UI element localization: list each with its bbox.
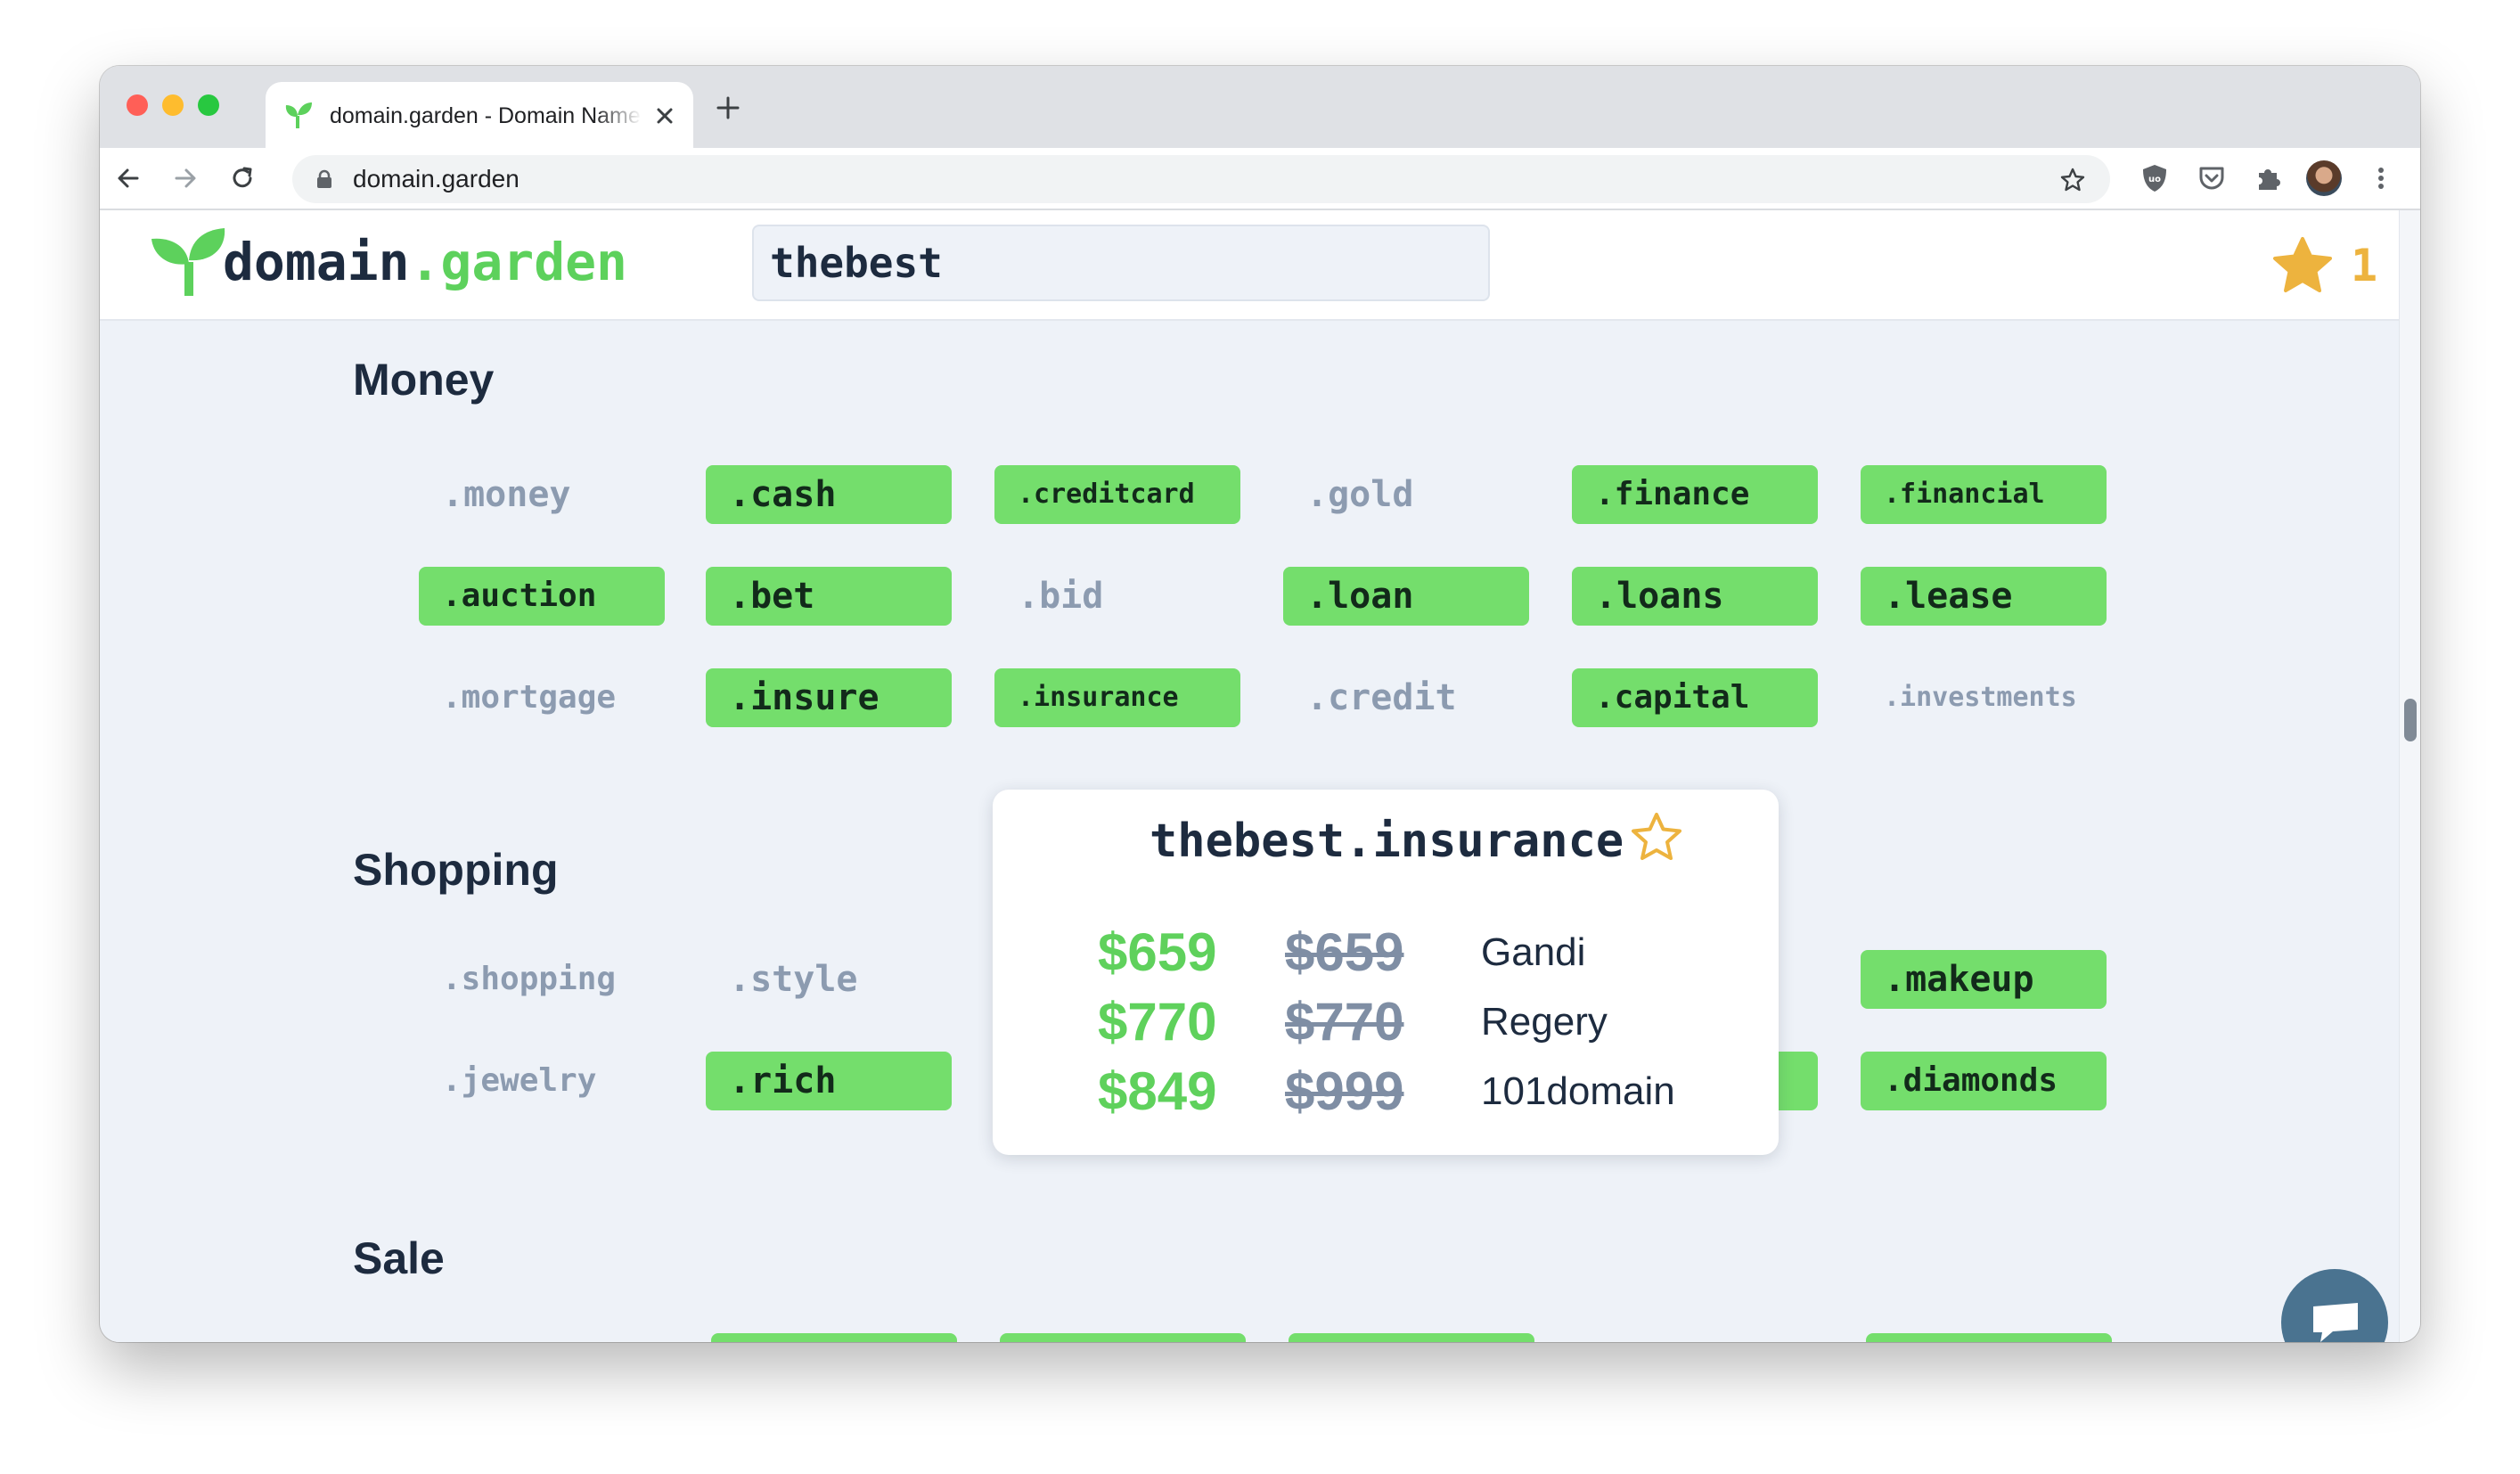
tld-chip-credit[interactable]: .credit xyxy=(1283,668,1529,727)
star-outline-icon[interactable] xyxy=(1629,811,1684,863)
browser-window: domain.garden - Domain Name domain.garde… xyxy=(100,66,2420,1342)
browser-toolbar: domain.garden uo xyxy=(100,148,2420,210)
logo-accent-text: .garden xyxy=(409,232,627,292)
tld-chip-auction[interactable]: .auction xyxy=(419,567,665,626)
browser-tab[interactable]: domain.garden - Domain Name xyxy=(266,82,693,150)
url-text: domain.garden xyxy=(353,165,520,192)
current-price: $849 xyxy=(1098,1061,1217,1121)
sprout-favicon-icon xyxy=(285,102,312,128)
tld-chip-jewelry[interactable]: .jewelry xyxy=(419,1052,665,1110)
tld-chip-lease[interactable]: .lease xyxy=(1861,567,2107,626)
tld-chip-insure[interactable]: .insure xyxy=(706,668,952,727)
ublock-icon[interactable]: uo xyxy=(2137,160,2172,196)
tld-chip-gold[interactable]: .gold xyxy=(1283,465,1529,524)
chat-icon xyxy=(2313,1303,2358,1342)
section-title-shopping: Shopping xyxy=(353,845,559,895)
current-price: $659 xyxy=(1098,922,1217,982)
tab-strip: domain.garden - Domain Name xyxy=(100,66,2420,150)
tld-chip-shopping[interactable]: .shopping xyxy=(419,950,665,1009)
menu-dots-icon[interactable] xyxy=(2363,160,2399,196)
registrar-name: Gandi xyxy=(1481,930,1586,974)
original-price: $770 xyxy=(1285,992,1404,1052)
site-logo[interactable]: domain.garden xyxy=(223,230,627,294)
favorites-star-icon[interactable] xyxy=(2270,235,2335,296)
minimize-window-button[interactable] xyxy=(162,94,184,116)
bookmark-star-icon[interactable] xyxy=(2058,166,2087,194)
close-window-button[interactable] xyxy=(127,94,148,116)
new-tab-icon[interactable] xyxy=(715,94,741,121)
tld-chip-partial[interactable] xyxy=(711,1333,957,1342)
domain-search-input[interactable] xyxy=(752,225,1490,301)
tld-chip-bid[interactable]: .bid xyxy=(994,567,1240,626)
tld-chip-rich[interactable]: .rich xyxy=(706,1052,952,1110)
popup-domain-name: thebest.insurance xyxy=(1150,815,1624,868)
site-header: domain.garden 1 xyxy=(100,210,2420,321)
registrar-name: Regery xyxy=(1481,1000,1608,1044)
tld-chip-insurance[interactable]: .insurance xyxy=(994,668,1240,727)
tld-chip-loan[interactable]: .loan xyxy=(1283,567,1529,626)
extensions-icon[interactable] xyxy=(2251,160,2287,196)
tld-chip-creditcard[interactable]: .creditcard xyxy=(994,465,1240,524)
tld-chip-finance[interactable]: .finance xyxy=(1572,465,1818,524)
tld-chip-partial[interactable] xyxy=(1289,1333,1534,1342)
lock-icon xyxy=(317,169,331,188)
tld-chip-makeup[interactable]: .makeup xyxy=(1861,950,2107,1009)
reload-icon[interactable] xyxy=(226,162,258,194)
tld-chip-investments[interactable]: .investments xyxy=(1861,668,2107,727)
page-content: .money .cash .creditcard .gold .finance .fina… xyxy=(100,210,2420,1342)
favorites-count[interactable]: 1 xyxy=(2351,235,2377,296)
original-price: $659 xyxy=(1285,922,1404,982)
price-row[interactable]: $849 $999 101domain xyxy=(993,1057,1779,1126)
tld-chip-style[interactable]: .style xyxy=(706,950,952,1009)
tld-chip-capital[interactable]: .capital xyxy=(1572,668,1818,727)
tld-chip-bet[interactable]: .bet xyxy=(706,567,952,626)
domain-price-popup: thebest.insurance $659 $659 Gandi $770 $… xyxy=(993,790,1779,1155)
zoom-window-button[interactable] xyxy=(198,94,219,116)
forward-icon[interactable] xyxy=(169,162,201,194)
tld-chip-money[interactable]: .money xyxy=(419,465,665,524)
registrar-name: 101domain xyxy=(1481,1069,1675,1113)
pocket-icon[interactable] xyxy=(2194,160,2230,196)
close-tab-icon[interactable] xyxy=(652,103,677,128)
scrollbar[interactable] xyxy=(2399,210,2420,1342)
section-title-sale: Sale xyxy=(353,1233,445,1283)
tld-chip-mortgage[interactable]: .mortgage xyxy=(419,668,665,727)
chat-button[interactable] xyxy=(2281,1269,2388,1342)
profile-avatar[interactable] xyxy=(2306,160,2342,196)
price-row[interactable]: $659 $659 Gandi xyxy=(993,918,1779,987)
section-title-money: Money xyxy=(353,355,495,405)
tab-title: domain.garden - Domain Name xyxy=(330,103,641,128)
svg-text:uo: uo xyxy=(2148,175,2161,184)
tld-chip-partial[interactable] xyxy=(1866,1333,2112,1342)
original-price: $999 xyxy=(1285,1061,1404,1121)
tld-chip-diamonds[interactable]: .diamonds xyxy=(1861,1052,2107,1110)
back-icon[interactable] xyxy=(112,162,144,194)
price-row[interactable]: $770 $770 Regery xyxy=(993,987,1779,1057)
tld-chip-loans[interactable]: .loans xyxy=(1572,567,1818,626)
logo-main-text: domain xyxy=(223,232,410,292)
tld-chip-cash[interactable]: .cash xyxy=(706,465,952,524)
tld-chip-financial[interactable]: .financial xyxy=(1861,465,2107,524)
scrollbar-thumb[interactable] xyxy=(2404,699,2417,741)
tld-chip-partial[interactable] xyxy=(1000,1333,1246,1342)
current-price: $770 xyxy=(1098,992,1217,1052)
sprout-logo-icon[interactable] xyxy=(148,226,230,298)
address-bar[interactable]: domain.garden xyxy=(292,155,2110,203)
